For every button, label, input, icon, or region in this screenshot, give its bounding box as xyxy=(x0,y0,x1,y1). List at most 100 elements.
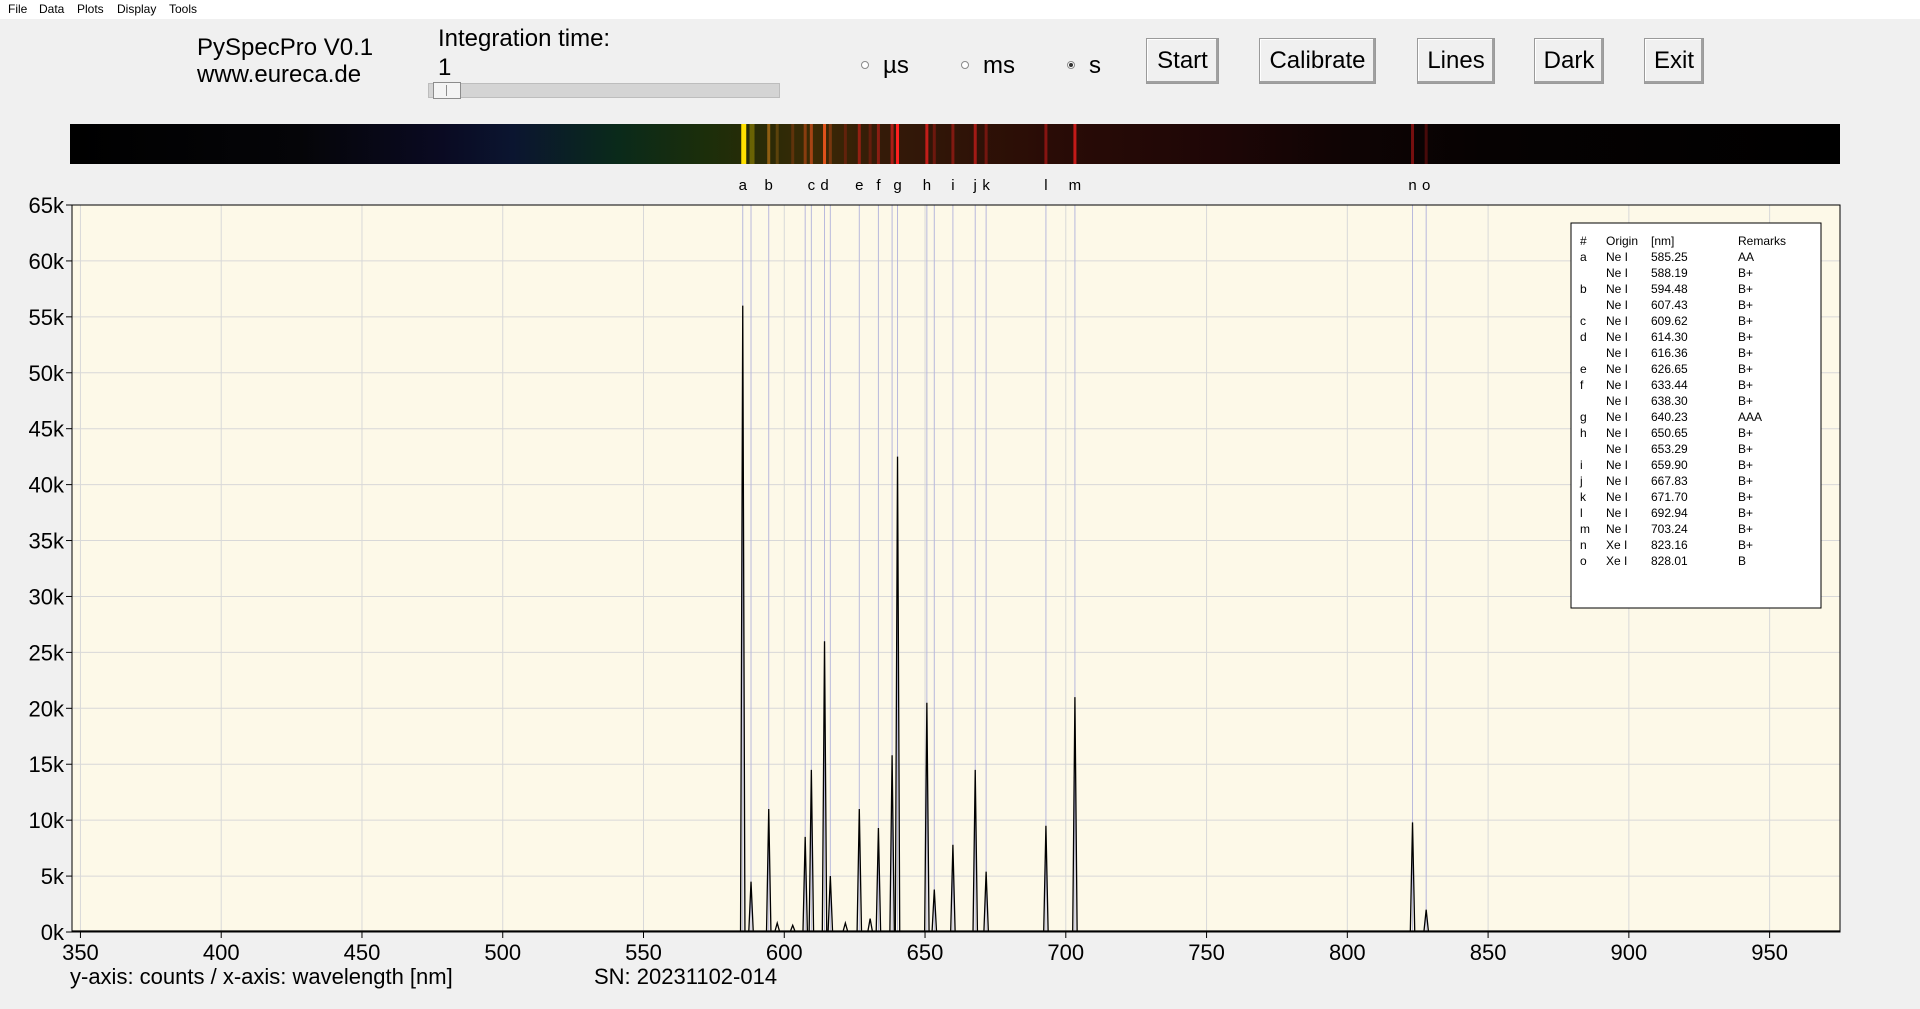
integration-time-slider-thumb[interactable] xyxy=(433,82,462,99)
legend-cell: Ne I xyxy=(1606,330,1628,344)
radio-dot-ms[interactable] xyxy=(961,61,969,69)
radio-dot-s[interactable] xyxy=(1067,61,1075,69)
legend-cell: B+ xyxy=(1738,378,1753,392)
spectrum-strip-line xyxy=(890,124,894,164)
start-button[interactable]: Start xyxy=(1146,38,1219,84)
x-tick-label: 950 xyxy=(1751,940,1788,960)
y-tick-label: 45k xyxy=(29,417,65,442)
spectrum-plot: abcdefghijklmno 350 400 450 500 550 600 650 700… xyxy=(29,177,1841,960)
line-marker-label-n: n xyxy=(1408,177,1416,194)
legend-cell: B+ xyxy=(1738,298,1753,312)
menu-display[interactable]: Display xyxy=(117,2,156,16)
legend-cell: h xyxy=(1580,426,1587,440)
y-tick-label: 0k xyxy=(41,920,65,945)
legend-cell: B+ xyxy=(1738,362,1753,376)
y-tick-label: 30k xyxy=(29,584,65,609)
legend-cell: Ne I xyxy=(1606,266,1628,280)
dark-button[interactable]: Dark xyxy=(1534,38,1604,84)
spectrum-strip-line xyxy=(932,124,936,164)
legend-cell: 692.94 xyxy=(1651,506,1688,520)
legend-cell: m xyxy=(1580,522,1590,536)
legend-cell: k xyxy=(1580,490,1587,504)
legend-cell: B+ xyxy=(1738,522,1753,536)
spectrum-strip-line xyxy=(868,124,872,164)
legend-cell: 594.48 xyxy=(1651,282,1688,296)
calibrate-button[interactable]: Calibrate xyxy=(1259,38,1376,84)
legend-cell: b xyxy=(1580,282,1587,296)
spectrum-strip-gradient xyxy=(70,124,1840,164)
legend-cell: Ne I xyxy=(1606,490,1628,504)
legend-cell: B+ xyxy=(1738,282,1753,296)
spectrum-strip-line xyxy=(1044,124,1048,164)
line-marker-label-f: f xyxy=(876,177,881,194)
spectrum-strip-line xyxy=(749,124,755,164)
spectrum-strip-line xyxy=(973,124,977,164)
legend-cell: 638.30 xyxy=(1651,394,1688,408)
x-tick-label: 450 xyxy=(344,940,381,960)
legend-cell: Ne I xyxy=(1606,250,1628,264)
x-tick-label: 850 xyxy=(1470,940,1507,960)
line-legend: # Origin [nm] Remarks a Ne I 585.25 AA Ne I 588.1… xyxy=(1570,222,1822,609)
spectrum-strip-line xyxy=(876,124,880,164)
legend-cell: B+ xyxy=(1738,442,1753,456)
legend-cell: Ne I xyxy=(1606,522,1628,536)
x-tick-label: 700 xyxy=(1047,940,1084,960)
line-marker-label-i: i xyxy=(951,177,954,194)
y-tick-label: 20k xyxy=(29,696,65,721)
y-tick-label: 10k xyxy=(29,808,65,833)
legend-cell: B+ xyxy=(1738,506,1753,520)
spectrum-strip-line xyxy=(775,124,779,164)
y-tick-label: 40k xyxy=(29,473,65,498)
spectrum-strip-line xyxy=(809,124,813,164)
x-tick-label: 900 xyxy=(1610,940,1647,960)
menu-plots[interactable]: Plots xyxy=(77,2,104,16)
serial-number: SN: 20231102-014 xyxy=(594,964,778,989)
line-marker-label-e: e xyxy=(855,177,863,194)
y-tick-label: 50k xyxy=(29,361,65,386)
legend-cell: Ne I xyxy=(1606,506,1628,520)
legend-cell: B+ xyxy=(1738,426,1753,440)
legend-cell: i xyxy=(1580,458,1583,472)
legend-cell: 585.25 xyxy=(1651,250,1688,264)
legend-cell: Ne I xyxy=(1606,298,1628,312)
legend-cell: g xyxy=(1580,410,1587,424)
radio-dot-us[interactable] xyxy=(861,61,869,69)
legend-header: [nm] xyxy=(1651,234,1674,248)
menu-data[interactable]: Data xyxy=(39,2,64,16)
legend-cell: Ne I xyxy=(1606,282,1628,296)
legend-cell: 626.65 xyxy=(1651,362,1688,376)
line-marker-label-l: l xyxy=(1044,177,1047,194)
app-website: www.eureca.de xyxy=(197,61,362,88)
radio-label-s: s xyxy=(1089,52,1101,79)
exit-button[interactable]: Exit xyxy=(1644,38,1704,84)
legend-cell: Ne I xyxy=(1606,426,1628,440)
x-tick-label: 350 xyxy=(62,940,99,960)
integration-time-slider-track[interactable] xyxy=(428,83,780,98)
legend-header: Remarks xyxy=(1738,234,1786,248)
integration-time-value: 1 xyxy=(438,54,452,81)
line-marker-label-m: m xyxy=(1069,177,1082,194)
line-marker-label-a: a xyxy=(739,177,748,194)
line-marker-labels: ab cd efg h i jk l m no xyxy=(739,177,1431,194)
line-marker-label-c: c xyxy=(808,177,816,194)
y-tick-label: 55k xyxy=(29,305,65,330)
legend-cell: l xyxy=(1580,506,1583,520)
legend-cell: n xyxy=(1580,538,1587,552)
legend-cell: B xyxy=(1738,554,1746,568)
y-tick-label: 65k xyxy=(29,193,65,218)
y-tick-label: 35k xyxy=(29,529,65,554)
legend-cell: e xyxy=(1580,362,1587,376)
lines-button[interactable]: Lines xyxy=(1417,38,1495,84)
legend-cell: 650.65 xyxy=(1651,426,1688,440)
x-tick-label: 500 xyxy=(484,940,521,960)
legend-cell: 659.90 xyxy=(1651,458,1688,472)
y-tick-label: 60k xyxy=(29,249,65,274)
legend-header: Origin xyxy=(1606,234,1638,248)
legend-cell: B+ xyxy=(1738,346,1753,360)
menu-tools[interactable]: Tools xyxy=(169,2,197,16)
spectrum-strip-line xyxy=(951,124,955,164)
legend-cell: Ne I xyxy=(1606,314,1628,328)
legend-cell: Xe I xyxy=(1606,538,1627,552)
menu-file[interactable]: File xyxy=(8,2,27,16)
radio-label-us: µs xyxy=(883,52,909,79)
